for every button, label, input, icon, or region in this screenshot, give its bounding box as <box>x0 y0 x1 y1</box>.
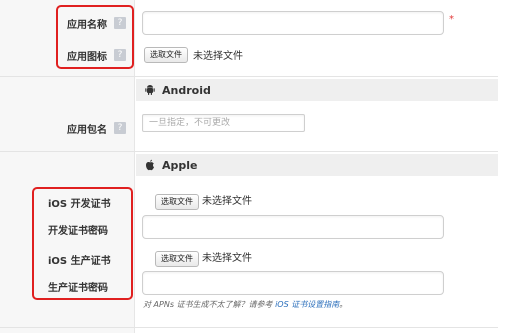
highlight-box <box>32 187 133 300</box>
divider <box>0 327 498 328</box>
dev-cert-password-input[interactable] <box>142 215 444 239</box>
apns-hint: 对 APNs 证书生成不太了解？请参考 iOS 证书设置指南。 <box>143 299 347 310</box>
apple-section-title: Apple <box>162 158 198 172</box>
apple-section-header: Apple <box>136 154 498 176</box>
package-name-label: 应用包名 <box>67 125 107 136</box>
android-section-title: Android <box>162 83 211 97</box>
divider <box>0 151 498 152</box>
choose-file-button[interactable]: 选取文件 <box>144 47 188 63</box>
help-icon[interactable]: ? <box>114 122 126 134</box>
app-name-input[interactable] <box>142 11 444 35</box>
prod-cert-password-input[interactable] <box>142 271 444 295</box>
android-icon <box>145 85 155 95</box>
apple-icon <box>146 159 154 171</box>
file-status: 未选择文件 <box>202 196 252 207</box>
file-status: 未选择文件 <box>193 51 243 62</box>
package-name-input[interactable] <box>142 114 305 132</box>
ios-cert-guide-link[interactable]: iOS 证书设置指南 <box>275 300 339 309</box>
hint-text: 对 APNs 证书生成不太了解？请参考 <box>143 300 276 309</box>
divider <box>0 76 498 77</box>
hint-end: 。 <box>339 300 348 309</box>
android-section-header: Android <box>136 79 498 101</box>
highlight-box <box>56 5 134 69</box>
file-status: 未选择文件 <box>202 253 252 264</box>
choose-file-button[interactable]: 选取文件 <box>155 194 199 210</box>
choose-file-button[interactable]: 选取文件 <box>155 251 199 267</box>
required-asterisk: * <box>449 14 454 25</box>
